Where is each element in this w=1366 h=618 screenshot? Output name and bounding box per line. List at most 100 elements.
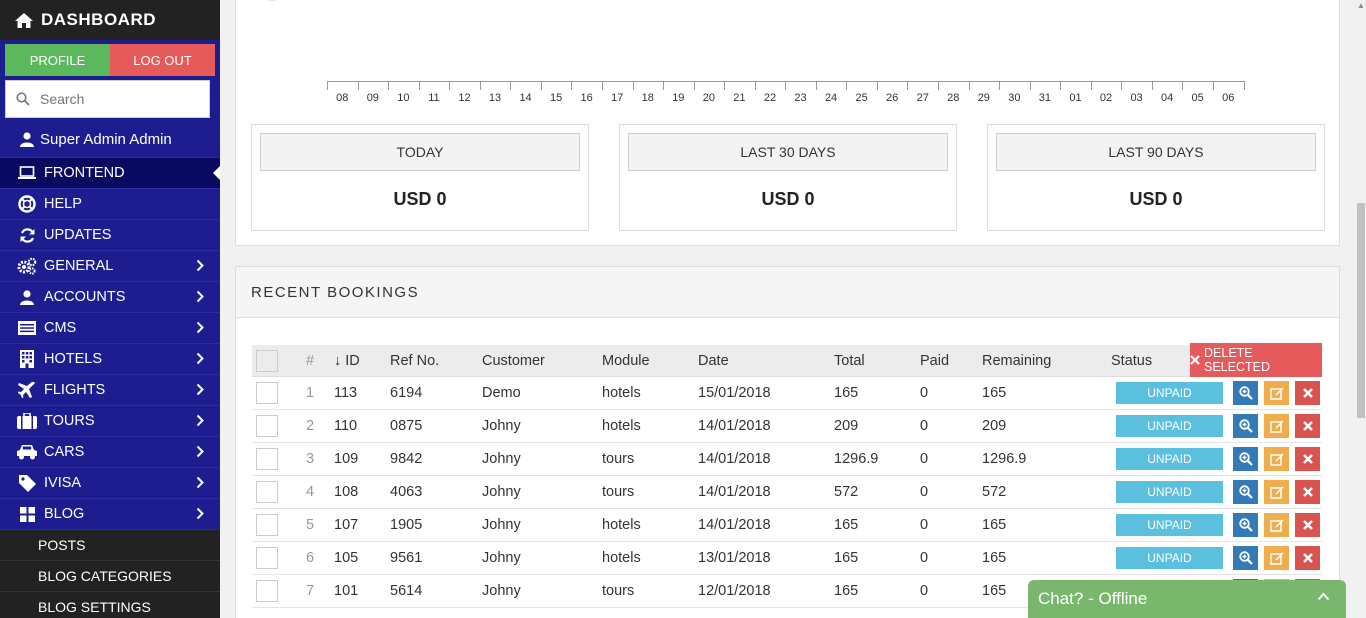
chart-tick-label: 10 [397,92,410,104]
sidebar-item-accounts[interactable]: ACCOUNTS [0,281,220,312]
sidebar-item-label: IVISA [44,475,82,491]
sidebar-item-help[interactable]: HELP [0,188,220,219]
row-checkbox[interactable] [256,514,278,536]
cell-num: 2 [306,418,315,434]
table-row: 1 113 6194 Demo hotels 15/01/2018 165 0 165 UNPAI… [252,377,1322,410]
view-icon[interactable] [1233,447,1258,471]
sidebar-item-ivisa[interactable]: IVISA [0,467,220,498]
chart-tick-mark [327,81,328,90]
chart-tick-label: 23 [794,92,807,104]
view-icon[interactable] [1233,414,1258,438]
cell-date: 12/01/2018 [698,583,771,599]
chart-tick-mark [907,81,909,90]
sidebar-item-updates[interactable]: UPDATES [0,219,220,250]
edit-icon[interactable] [1264,513,1289,537]
cell-ref: 0875 [390,418,423,434]
sidebar-item-flights[interactable]: FLIGHTS [0,374,220,405]
col-header-module[interactable]: Module [602,345,650,376]
sidebar-item-general[interactable]: GENERAL [0,250,220,281]
profile-button[interactable]: PROFILE [5,44,110,76]
chat-widget[interactable]: Chat? - Offline [1028,580,1346,618]
delete-icon[interactable] [1295,480,1320,504]
cell-module: tours [602,583,635,599]
delete-icon[interactable] [1295,414,1320,438]
sidebar-item-frontend[interactable]: FRONTEND [0,157,220,188]
col-header-total[interactable]: Total [834,345,865,376]
logout-button[interactable]: LOG OUT [110,44,215,76]
cell-date: 13/01/2018 [698,550,771,566]
delete-selected-button[interactable]: DELETE SELECTED [1190,343,1322,377]
chart-tick-mark [693,81,695,90]
status-badge[interactable]: UNPAID [1116,382,1223,404]
chart-tick-mark [815,81,817,90]
tag-icon [16,474,38,492]
chart-y-axis-label: B [268,0,279,1]
edit-icon[interactable] [1264,414,1289,438]
cell-customer: Johny [482,517,521,533]
view-icon[interactable] [1233,480,1258,504]
row-checkbox[interactable] [256,415,278,437]
chart-tick-label: 08 [336,92,349,104]
edit-icon[interactable] [1264,480,1289,504]
sidebar-item-cars[interactable]: CARS [0,436,220,467]
view-icon[interactable] [1233,381,1258,405]
col-header-remaining[interactable]: Remaining [982,345,1051,376]
status-badge[interactable]: UNPAID [1116,448,1223,470]
scroll-up-arrow[interactable]: ▲ [1356,1,1366,11]
col-header-ref[interactable]: Ref No. [390,345,439,376]
status-badge[interactable]: UNPAID [1116,514,1223,536]
sidebar-item-hotels[interactable]: HOTELS [0,343,220,374]
col-header-customer[interactable]: Customer [482,345,545,376]
sidebar-item-label: HOTELS [44,351,103,367]
dashboard-header[interactable]: DASHBOARD [0,0,220,40]
edit-icon[interactable] [1264,546,1289,570]
select-all-checkbox[interactable] [256,349,278,372]
edit-icon[interactable] [1264,381,1289,405]
stat-value: USD 0 [393,189,447,209]
delete-icon[interactable] [1295,381,1320,405]
chart-tick-label: 03 [1130,92,1143,104]
scrollbar[interactable]: ▲ [1355,0,1366,618]
user-info[interactable]: Super Admin Admin [0,122,220,157]
sidebar-subitem-posts[interactable]: POSTS [0,529,220,560]
view-icon[interactable] [1233,513,1258,537]
row-checkbox[interactable] [256,448,278,470]
row-checkbox[interactable] [256,382,278,404]
chart-tick-label: 05 [1191,92,1204,104]
chart-tick-mark [1212,81,1214,90]
status-badge[interactable]: UNPAID [1116,481,1223,503]
chevron-right-icon [196,290,204,303]
cell-module: tours [602,451,635,467]
stat-title: LAST 30 DAYS [628,133,948,171]
row-checkbox[interactable] [256,580,278,602]
grid-icon [16,506,38,522]
col-header-id[interactable]: ↓ ID [334,345,360,376]
col-header-status[interactable]: Status [1111,345,1152,376]
col-header-paid[interactable]: Paid [920,345,949,376]
delete-icon[interactable] [1295,546,1320,570]
cell-ref: 5614 [390,583,423,599]
status-badge[interactable]: UNPAID [1116,547,1223,569]
delete-icon[interactable] [1295,513,1320,537]
cell-module: hotels [602,385,641,401]
chart-tick-label: 11 [428,92,440,104]
sidebar-item-cms[interactable]: CMS [0,312,220,343]
col-header-date[interactable]: Date [698,345,729,376]
edit-icon[interactable] [1264,447,1289,471]
sidebar-item-label: CARS [44,444,85,460]
row-checkbox[interactable] [256,547,278,569]
sidebar-subitem-blog-settings[interactable]: BLOG SETTINGS [0,591,220,618]
cell-num: 7 [306,583,315,599]
scrollbar-thumb[interactable] [1357,203,1365,418]
chart-tick-mark [846,81,848,90]
chart-tick-mark [1121,81,1123,90]
search-input[interactable] [40,91,190,107]
row-checkbox[interactable] [256,481,278,503]
sidebar-item-tours[interactable]: TOURS [0,405,220,436]
view-icon[interactable] [1233,546,1258,570]
sidebar-subitem-blog-categories[interactable]: BLOG CATEGORIES [0,560,220,591]
status-badge[interactable]: UNPAID [1116,415,1223,437]
sidebar-item-blog[interactable]: BLOG [0,498,220,529]
delete-icon[interactable] [1295,447,1320,471]
cell-customer: Johny [482,484,521,500]
